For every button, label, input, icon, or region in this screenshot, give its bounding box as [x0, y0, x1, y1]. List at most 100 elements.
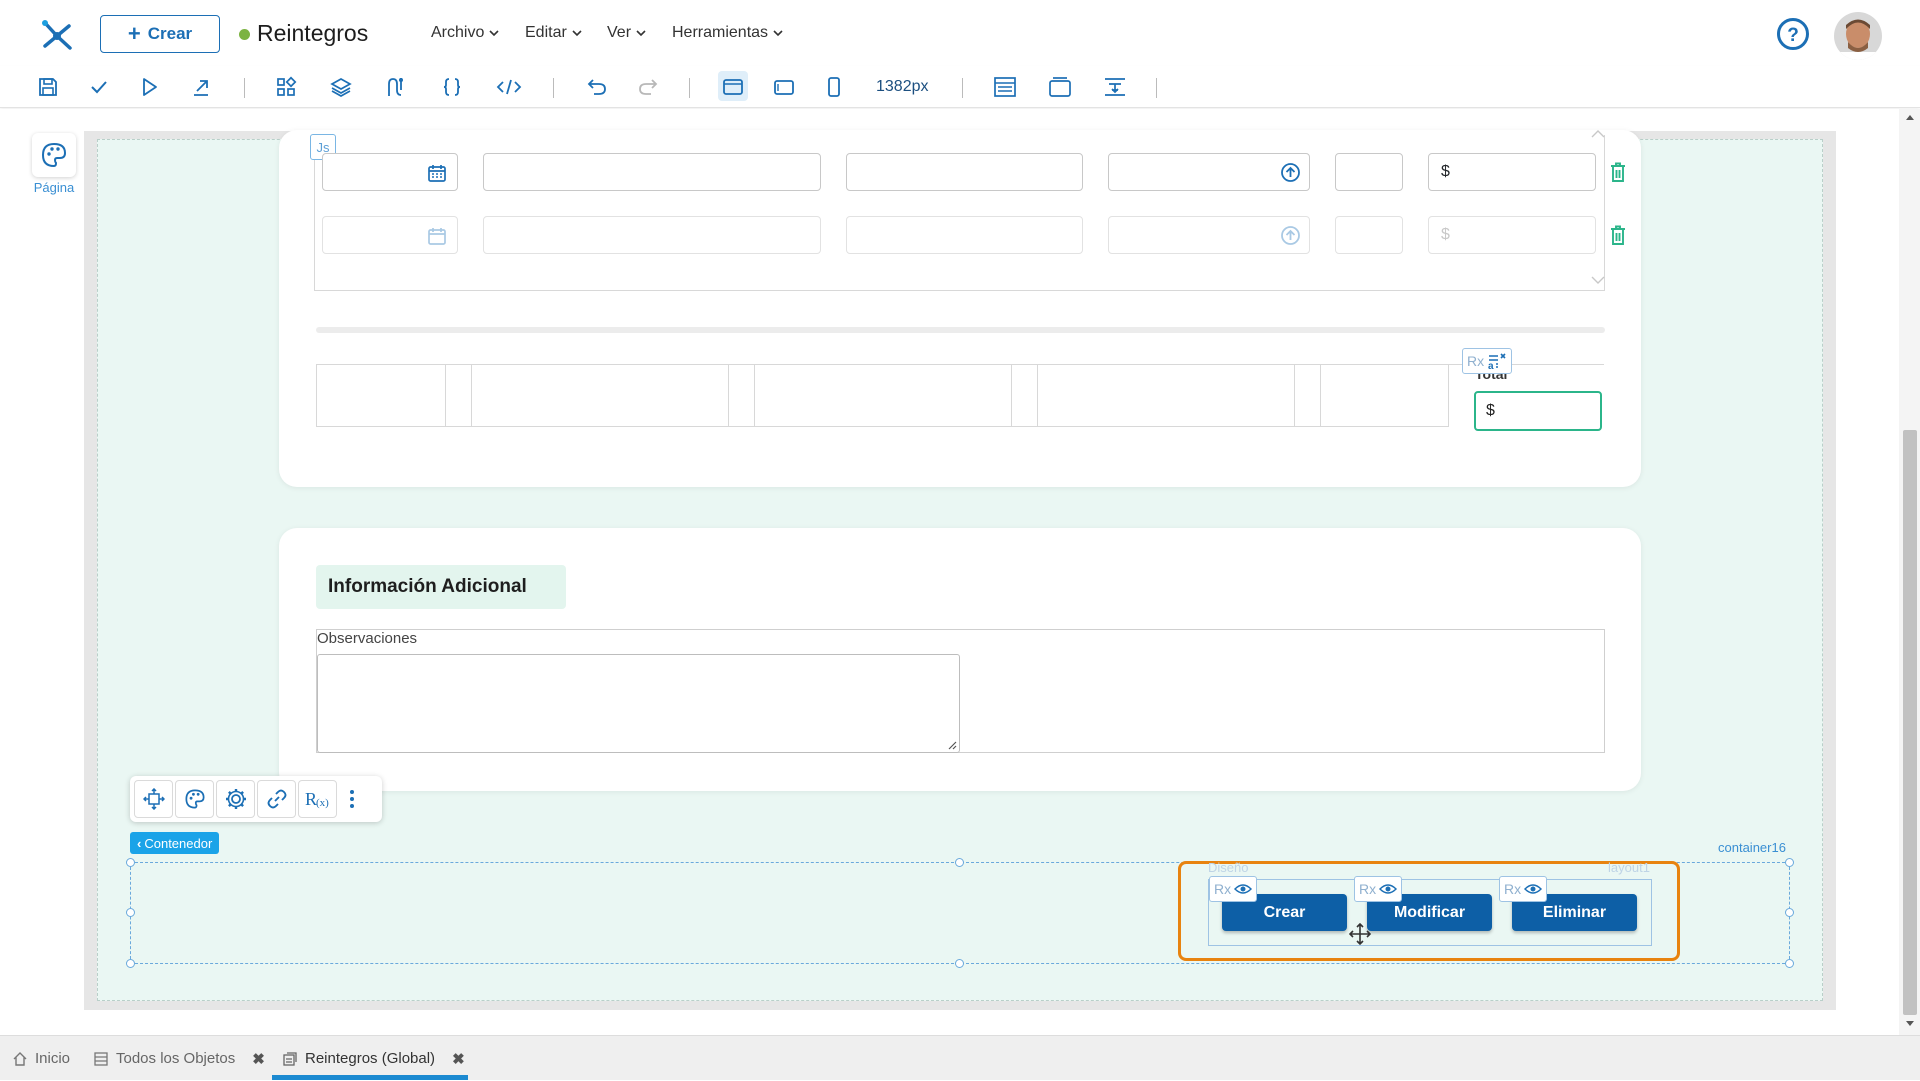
rx-visibility-badge[interactable]: Rx	[1209, 876, 1258, 902]
resize-handle[interactable]	[1785, 959, 1794, 968]
upload-field[interactable]	[1108, 153, 1310, 191]
chevron-down-icon	[773, 29, 783, 36]
text-field[interactable]	[483, 153, 821, 191]
section-divider	[316, 327, 1605, 333]
breadcrumb-parent[interactable]: ‹ Contenedor	[130, 832, 220, 854]
close-icon[interactable]: ✖	[452, 1050, 465, 1068]
resize-handle-icon[interactable]	[947, 740, 957, 750]
totals-gap	[445, 364, 472, 427]
menu-archivo-label: Archivo	[431, 24, 485, 41]
align-icon[interactable]	[1102, 74, 1128, 100]
page-style-button[interactable]	[32, 133, 76, 177]
check-icon[interactable]	[86, 74, 112, 100]
desktop-view-icon[interactable]	[720, 74, 746, 100]
resize-handle[interactable]	[1785, 858, 1794, 867]
element-toolbar: R (x)	[130, 776, 382, 822]
svg-text:(x): (x)	[316, 797, 329, 809]
tab-inicio[interactable]: Inicio	[12, 1036, 70, 1081]
upload-field[interactable]	[1108, 216, 1310, 254]
rules-icon: R(x)	[305, 789, 329, 809]
resize-handle[interactable]	[126, 908, 135, 917]
rx-label: Rx	[1504, 881, 1522, 897]
create-button[interactable]: + Crear	[100, 15, 220, 53]
text-field[interactable]	[846, 153, 1083, 191]
width-readout: 1382px	[876, 78, 929, 95]
text-field[interactable]	[483, 216, 821, 254]
move-button[interactable]	[134, 780, 173, 818]
date-field[interactable]	[322, 153, 458, 191]
rx-visibility-badge[interactable]: Rx	[1354, 876, 1403, 902]
scroll-down-icon[interactable]	[1591, 276, 1605, 284]
observations-label: Observaciones	[317, 630, 418, 647]
tab-bar: Inicio Todos los Objetos ✖ Reintegros (G…	[0, 1035, 1920, 1080]
scroll-up-arrow-icon[interactable]	[1905, 113, 1915, 121]
resize-handle[interactable]	[955, 959, 964, 968]
chevron-left-icon: ‹	[137, 835, 142, 851]
link-button[interactable]	[257, 780, 296, 818]
resize-handle[interactable]	[1785, 908, 1794, 917]
rx-label: Rx	[1214, 881, 1232, 897]
scrollbar-thumb[interactable]	[1903, 430, 1917, 1015]
menu-herramientas[interactable]: Herramientas	[672, 24, 783, 42]
settings-button[interactable]	[216, 780, 255, 818]
save-icon[interactable]	[35, 74, 61, 100]
observations-textarea[interactable]	[317, 654, 960, 753]
menu-editar-label: Editar	[525, 24, 567, 41]
rx-badge[interactable]: Rx a	[1462, 348, 1513, 374]
tablet-view-icon[interactable]	[771, 74, 797, 100]
resize-handle[interactable]	[955, 858, 964, 867]
totals-row	[316, 364, 1449, 427]
amount-field[interactable]: $	[1428, 216, 1596, 254]
resize-handle[interactable]	[126, 959, 135, 968]
undo-icon[interactable]	[584, 74, 610, 100]
menu-ver[interactable]: Ver	[607, 24, 646, 42]
svg-text:a: a	[1488, 361, 1494, 370]
components-icon[interactable]	[273, 74, 299, 100]
more-button[interactable]	[339, 780, 365, 818]
menu-editar[interactable]: Editar	[525, 24, 582, 42]
form-icon	[283, 1051, 297, 1066]
braces-icon[interactable]	[439, 74, 465, 100]
toolbar-divider	[553, 78, 554, 98]
toolbar-divider	[962, 78, 963, 98]
play-icon[interactable]	[136, 74, 162, 100]
menu-ver-label: Ver	[607, 24, 632, 41]
layout-icon[interactable]	[992, 74, 1018, 100]
tab-todos-los-objetos[interactable]: Todos los Objetos ✖	[93, 1036, 265, 1081]
number-field[interactable]	[1335, 153, 1403, 191]
active-tab-indicator	[272, 1075, 468, 1080]
flow-icon[interactable]	[382, 74, 408, 100]
resize-handle[interactable]	[126, 858, 135, 867]
total-amount-field[interactable]: $	[1474, 391, 1602, 431]
tab-label: Inicio	[35, 1050, 71, 1067]
currency-symbol: $	[1441, 163, 1450, 180]
window-icon[interactable]	[1047, 74, 1073, 100]
help-icon[interactable]: ?	[1776, 17, 1810, 51]
amount-field[interactable]: $	[1428, 153, 1596, 191]
style-button[interactable]	[175, 780, 214, 818]
trash-icon[interactable]	[1608, 224, 1628, 246]
mobile-view-icon[interactable]	[821, 74, 847, 100]
redo-icon[interactable]	[635, 74, 661, 100]
rx-visibility-badge[interactable]: Rx	[1499, 876, 1548, 902]
scroll-down-arrow-icon[interactable]	[1905, 1020, 1915, 1028]
text-field[interactable]	[846, 216, 1083, 254]
export-icon[interactable]	[188, 74, 214, 100]
date-field[interactable]	[322, 216, 458, 254]
number-field[interactable]	[1335, 216, 1403, 254]
totals-gap	[1011, 364, 1038, 427]
code-icon[interactable]	[496, 74, 522, 100]
layers-icon[interactable]	[328, 74, 354, 100]
rules-button[interactable]: R (x)	[298, 780, 337, 818]
totals-gap	[728, 364, 755, 427]
tab-label: Reintegros (Global)	[305, 1050, 436, 1067]
gear-icon	[225, 789, 246, 809]
avatar[interactable]	[1834, 12, 1882, 60]
close-icon[interactable]: ✖	[252, 1050, 265, 1068]
trash-icon[interactable]	[1608, 161, 1628, 183]
tab-label: Todos los Objetos	[116, 1050, 236, 1067]
eye-icon	[1524, 884, 1543, 894]
app-logo-icon[interactable]	[36, 12, 78, 54]
scroll-up-icon[interactable]	[1591, 130, 1605, 138]
menu-archivo[interactable]: Archivo	[431, 24, 499, 42]
